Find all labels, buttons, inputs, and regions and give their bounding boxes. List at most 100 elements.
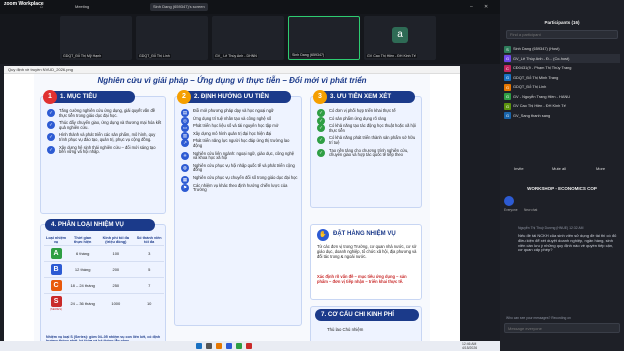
chat-input[interactable] [504, 323, 620, 333]
panel-title: 7. CƠ CẤU CHI KINH PHÍ [315, 309, 419, 321]
video-tile[interactable]: GDQT_Đỗ Thị Mỹ Hạnh [60, 16, 132, 60]
participant-row[interactable]: G GV - Nguyễn Trang Hiền - HANU [504, 92, 620, 102]
column-header: Số thành viên tối đa [136, 236, 162, 244]
bullet-icon: ✓ [47, 145, 55, 154]
browser-icon[interactable] [236, 343, 242, 349]
level-badge: B [50, 264, 62, 275]
list-item: ▦ Nghiên cứu phục vụ chuyển đổi số trong … [181, 174, 298, 184]
flag-icon: ⚑ [181, 183, 189, 192]
chat-tab-everyone[interactable]: Everyone [504, 208, 517, 212]
panel-title-text: 2. ĐỊNH HƯỚNG ƯU TIÊN [194, 93, 270, 100]
home-icon[interactable]: ⌂ [40, 4, 43, 10]
list-item: ▤ Đổi mới phương pháp dạy và học ngoại ng… [181, 108, 274, 117]
panel-title: 4. PHÂN LOẠI NHIỆM VỤ [45, 219, 155, 231]
globe-icon: ◍ [181, 163, 189, 172]
message-body: Nếu đề tài NCKH của sinh viên sử dụng đề… [518, 233, 617, 253]
column-header: Kinh phí tối đa (triệu đồng) [102, 236, 129, 244]
star-icon: 2 [177, 90, 191, 104]
panel-title-text: 1. MỤC TIÊU [60, 93, 97, 100]
more-button[interactable]: More [596, 166, 605, 171]
avatar: G [504, 74, 511, 81]
growth-icon: ↗ [181, 139, 189, 148]
level-note: (SERIES) [49, 307, 63, 311]
list-item: ✳ Nghiên cứu liên ngành: ngoại ngữ, giáo … [181, 151, 299, 161]
zoom-icon[interactable] [226, 343, 232, 349]
video-tile[interactable]: GV_ Lê Thùy Anh - DHNN [212, 16, 284, 60]
trophy-icon: 3 [313, 90, 327, 104]
tile-name: Sinh Dang (659347) [291, 53, 326, 57]
mute-all-button[interactable]: Mute all [552, 166, 566, 171]
level-badge: A [50, 248, 62, 259]
table-row: B 12 tháng 200 5 [44, 261, 164, 278]
video-tile[interactable]: GDQT_Đỗ Thị Linh [136, 16, 208, 60]
app-logo: zoom Workplace [4, 1, 44, 7]
column-header: Loại nhiệm vụ [46, 236, 67, 244]
level-badge: C [50, 280, 62, 291]
panel-task-types: 4. PHÂN LOẠI NHIỆM VỤ Loại nhiệm vụ Thời… [40, 219, 166, 348]
invite-button[interactable]: Invite [514, 166, 524, 171]
clock-date: 4/15/2026 [462, 346, 478, 350]
list-item: ◎ Ứng dụng trí tuệ nhân tạo và công nghệ … [181, 116, 299, 125]
tile-name: GV Cao Thị Hiền - ĐH Kinh Tế [366, 54, 417, 58]
participant-list: S Sinh Dang (659347) (Host) G GV_Lê Thùy A… [504, 44, 620, 120]
network-icon: ✳ [181, 151, 189, 160]
list-item: ↗ Phát triển năng lực người học đáp ứng t… [181, 139, 299, 148]
participant-row[interactable]: C CĐ0431(9 - Phạm Thị Thùy Trang [504, 63, 620, 73]
document-window-title: Quy định về truyền NVUD_2026.png [4, 66, 460, 74]
list-item: ✓ Có sản phẩm ứng dụng rõ ràng [317, 116, 419, 125]
app-icon[interactable] [246, 343, 252, 349]
close-icon[interactable]: ✕ [484, 4, 488, 10]
budget-line: Thù lao Chủ nhiệm [327, 327, 364, 332]
tile-name: GDQT_Đỗ Thị Linh [138, 54, 171, 58]
message-sender: Nguyễn Thị Thuỳ Dương (HNUE) 12:32 AM [518, 226, 584, 230]
video-tile-active-speaker[interactable]: Sinh Dang (659347) [288, 16, 360, 60]
avatar: G [504, 112, 511, 119]
panel-title: 1 1. MỤC TIÊU [43, 90, 135, 104]
participant-row[interactable]: S Sinh Dang (659347) (Host) [504, 44, 620, 54]
avatar: C [504, 64, 511, 72]
list-item: ⚑ Các nhiệm vụ khác theo định hướng chiến… [181, 182, 288, 193]
list-item: ✓ Hình thành và phát triển các sản phẩm, … [47, 133, 163, 142]
list-item: ▭ Phát triển học liệu số và tài nguyên họ… [181, 123, 279, 133]
chat-tab-new[interactable]: New chat [524, 208, 537, 212]
participant-row[interactable]: G GV_Sang thanh sang [504, 111, 620, 121]
participant-row[interactable]: G GDQT_Đỗ Thị Linh [504, 82, 620, 92]
participants-title: Participants (16) [544, 20, 580, 25]
check-icon: ✓ [317, 124, 325, 133]
check-icon: ✓ [317, 148, 325, 157]
tile-name: GV_ Lê Thùy Anh - DHNN [214, 54, 258, 58]
avatar: G [504, 102, 511, 110]
handshake-icon: ✋ [317, 229, 329, 241]
objectives-list: ✓ Tăng cường nghiên cứu ứng dụng, giải qu… [47, 108, 163, 158]
table-row: S (SERIES) 24 – 36 tháng 1000 10 [44, 293, 164, 313]
table-row: A 6 tháng 100 3 [44, 245, 164, 262]
participant-row[interactable]: G GDQT_Đỗ Thị Minh Trang [504, 73, 620, 83]
start-icon[interactable] [196, 343, 202, 349]
file-explorer-icon[interactable] [216, 343, 222, 349]
panel-title-text: 3. ƯU TIÊN XEM XÉT [330, 93, 392, 100]
top-bar: zoom Workplace ⌂ Meeting Sinh Dang (6593… [0, 0, 500, 14]
list-item: ✓ Có đơn vị phối hợp triển khai thực tế [317, 108, 419, 117]
list-item: ◍ Nghiên cứu phục vụ hội nhập quốc tế và … [181, 163, 299, 173]
avatar: G [504, 55, 511, 62]
everyone-icon[interactable] [504, 196, 514, 206]
participant-search-input[interactable] [506, 30, 618, 39]
consideration-list: ✓ Có đơn vị phối hợp triển khai thực tế ✓… [317, 108, 419, 161]
search-icon[interactable] [206, 343, 212, 349]
participant-row[interactable]: G GV_Lê Thùy Anh - Đ... (Co-host) [504, 53, 620, 63]
sidebar: Participants (16) SSinh Dang (659347) (H… [500, 0, 624, 351]
level-badge: S [50, 296, 62, 307]
panel-consideration: 3 3. ƯU TIÊN XEM XÉT ✓ Có đơn vị phối hợp… [310, 90, 422, 208]
list-item: ✓ Thúc đẩy chuyển giao, ứng dụng và thươn… [47, 120, 163, 130]
list-item: ✓ Có khả năng tạo tác động học thuật hoặc… [317, 123, 419, 133]
table-row: C 18 – 24 tháng 250 7 [44, 277, 164, 294]
bullet-icon: ✓ [47, 133, 55, 142]
list-item: ✓ Tạo nền tảng cho chương trình nghiên cứ… [317, 148, 419, 158]
tab-shared-screen[interactable]: Sinh Dang (659347)'s screen [150, 3, 208, 11]
participant-row[interactable]: G GV Cao Thị Hiền - ĐH Kinh Tế [504, 101, 620, 111]
list-item: ▥ Xây dựng mô hình quản trị đại học hiện … [181, 130, 272, 140]
minimize-icon[interactable]: – [470, 4, 473, 10]
video-tile[interactable]: a GV Cao Thị Hiền - ĐH Kinh Tế [364, 16, 436, 60]
tab-meeting[interactable]: Meeting [72, 3, 92, 11]
column-header: Thời gian thực hiện [74, 236, 92, 244]
